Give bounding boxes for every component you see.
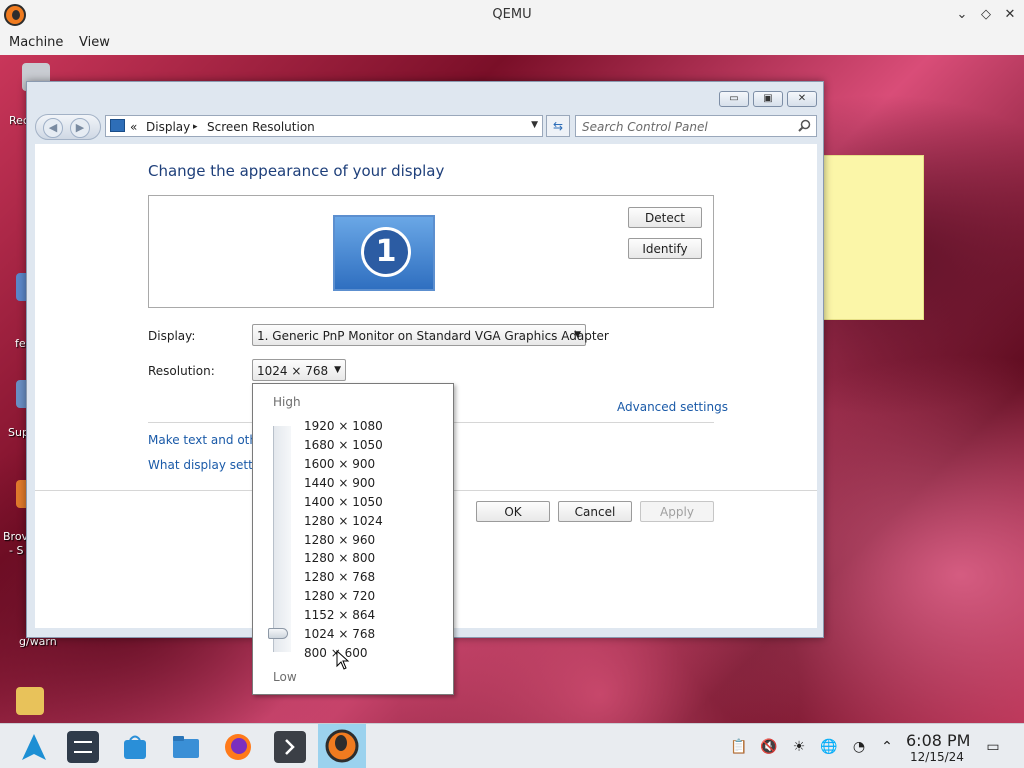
file-manager-icon[interactable]	[170, 731, 202, 763]
ok-button[interactable]: OK	[476, 501, 550, 522]
resolution-option[interactable]: 1280 × 720	[304, 589, 375, 603]
apply-button[interactable]: Apply	[640, 501, 714, 522]
display-select[interactable]: 1. Generic PnP Monitor on Standard VGA G…	[252, 324, 609, 346]
updates-icon[interactable]: ◔	[850, 738, 868, 756]
slider-low-label: Low	[273, 670, 297, 684]
search-icon[interactable]	[798, 119, 811, 132]
close-icon[interactable]: ✕	[1000, 5, 1020, 25]
chevron-down-icon: ▼	[334, 365, 341, 375]
folder-icon[interactable]	[16, 687, 44, 715]
window-close-button[interactable]: ✕	[787, 91, 817, 107]
detect-button[interactable]: Detect	[628, 207, 702, 228]
chevron-down-icon: ▼	[574, 330, 581, 340]
breadcrumb-overflow[interactable]: «	[130, 120, 137, 134]
resolution-slider-thumb[interactable]	[268, 628, 288, 639]
desktop-label-brov: Brov	[3, 530, 29, 543]
search-box[interactable]	[575, 115, 817, 137]
resolution-select[interactable]: 1024 × 768 ▼	[252, 359, 346, 381]
clipboard-icon[interactable]: 📋	[730, 738, 748, 756]
network-icon[interactable]: 🌐	[820, 738, 838, 756]
qemu-window-title: QEMU	[492, 7, 532, 22]
qemu-icon[interactable]	[318, 724, 366, 768]
control-panel-icon	[110, 119, 125, 132]
address-dropdown-icon[interactable]: ▼	[531, 120, 538, 130]
monitor-icon[interactable]: 1	[333, 215, 435, 291]
resolution-option[interactable]: 1400 × 1050	[304, 495, 383, 509]
refresh-icon: ⇆	[552, 119, 564, 133]
resolution-option[interactable]: 1680 × 1050	[304, 438, 383, 452]
sticky-note[interactable]	[820, 155, 924, 320]
qemu-menubar: Machine View	[0, 30, 1024, 55]
monitor-preview-panel: 1 Detect Identify	[148, 195, 714, 308]
software-store-icon[interactable]	[119, 731, 151, 763]
cancel-button[interactable]: Cancel	[558, 501, 632, 522]
chevron-up-icon[interactable]: ⌃	[878, 738, 896, 756]
navigation-bar: ◀ ▶ « Display ▸ Screen Resolution ▼ ⇆	[35, 114, 817, 140]
resolution-option[interactable]: 1280 × 1024	[304, 514, 383, 528]
settings-mixer-icon[interactable]	[67, 731, 99, 763]
breadcrumb-screen-resolution[interactable]: Screen Resolution	[207, 120, 315, 134]
firefox-icon[interactable]	[222, 731, 254, 763]
display-label: Display:	[148, 329, 196, 343]
resolution-option[interactable]: 1280 × 768	[304, 570, 375, 584]
taskbar: 📋 🔇 ☀ 🌐 ◔ ⌃ 6:08 PM 12/15/24 ▭	[0, 723, 1024, 768]
forward-arrow-icon[interactable]: ▶	[70, 118, 90, 138]
menu-view[interactable]: View	[79, 35, 110, 50]
resolution-label: Resolution:	[148, 364, 215, 378]
page-title: Change the appearance of your display	[148, 162, 445, 180]
guest-desktop: Rec fe Sup Brov - S g/warn ▭ ▣ ✕ ◀ ▶ « D…	[0, 55, 1024, 723]
monitor-number: 1	[361, 227, 411, 277]
resolution-option[interactable]: 1280 × 800	[304, 551, 375, 565]
advanced-settings-link[interactable]: Advanced settings	[617, 400, 728, 414]
window-maximize-button[interactable]: ▣	[753, 91, 783, 107]
arch-launcher-icon[interactable]	[18, 731, 50, 763]
resolution-option-selected[interactable]: 1024 × 768	[304, 627, 375, 641]
identify-button[interactable]: Identify	[628, 238, 702, 259]
resolution-option[interactable]: 1440 × 900	[304, 476, 375, 490]
resolution-option[interactable]: 1280 × 960	[304, 533, 375, 547]
resolution-option[interactable]: 1600 × 900	[304, 457, 375, 471]
brightness-icon[interactable]: ☀	[790, 738, 808, 756]
resolution-option[interactable]: 1920 × 1080	[304, 419, 383, 433]
clock-time[interactable]: 6:08 PM	[906, 731, 970, 750]
menu-machine[interactable]: Machine	[9, 35, 63, 50]
address-bar[interactable]: « Display ▸ Screen Resolution ▼	[105, 115, 543, 137]
resolution-slider-track[interactable]	[273, 426, 291, 652]
refresh-button[interactable]: ⇆	[546, 115, 570, 137]
resolution-select-value: 1024 × 768	[257, 364, 329, 378]
display-select-value: 1. Generic PnP Monitor on Standard VGA G…	[257, 329, 609, 343]
resolution-option[interactable]: 1152 × 864	[304, 608, 375, 622]
show-desktop-icon[interactable]: ▭	[984, 738, 1002, 756]
mouse-cursor-icon	[336, 650, 350, 670]
desktop-label-s: - S	[9, 544, 24, 557]
window-minimize-button[interactable]: ▭	[719, 91, 749, 107]
back-arrow-icon[interactable]: ◀	[43, 118, 63, 138]
desktop-label-fe: fe	[15, 337, 26, 350]
search-input[interactable]	[582, 119, 792, 134]
slider-high-label: High	[273, 395, 301, 409]
qemu-titlebar: QEMU ⌄ ◇ ✕	[0, 0, 1024, 30]
speaker-muted-icon[interactable]: 🔇	[760, 738, 778, 756]
clock-date[interactable]: 12/15/24	[910, 750, 964, 764]
minimize-icon[interactable]: ⌄	[952, 5, 972, 25]
maximize-icon[interactable]: ◇	[976, 5, 996, 25]
breadcrumb-separator-icon[interactable]: ▸	[193, 122, 198, 132]
breadcrumb-display[interactable]: Display	[146, 120, 190, 134]
nav-arrows: ◀ ▶	[35, 114, 101, 140]
resolution-dropdown: High 1920 × 1080 1680 × 1050 1600 × 900 …	[252, 383, 454, 695]
terminal-icon[interactable]	[274, 731, 306, 763]
